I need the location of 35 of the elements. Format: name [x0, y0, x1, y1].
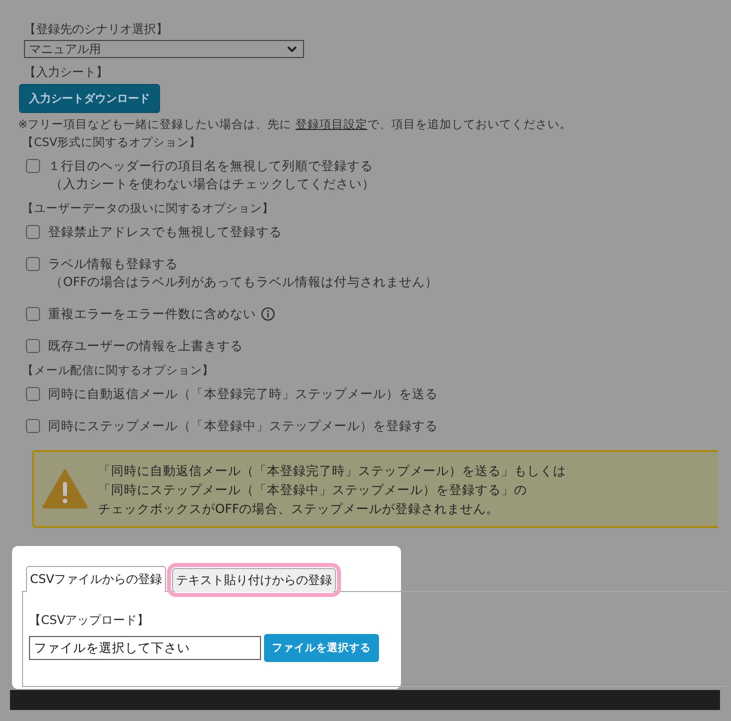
note-text: ※フリー項目なども一緒に登録したい場合は、先に 登録項目設定で、項目を追加しておいてください。: [18, 116, 572, 132]
checkbox[interactable]: [26, 307, 40, 321]
download-button[interactable]: 入力シートダウンロード: [19, 84, 160, 113]
option-hint: （OFFの場合はラベル列があってもラベル情報は付与されません）: [50, 273, 438, 291]
section-label: 【入力シート】: [24, 64, 108, 80]
checkbox[interactable]: [26, 257, 40, 271]
option-label: 同時にステップメール（「本登録中」ステップメール）を登録する: [48, 417, 438, 435]
section-heading: 【ユーザーデータの扱いに関するオプション】: [22, 200, 274, 216]
tab[interactable]: CSVファイルからの登録: [26, 566, 166, 592]
choose-file-button[interactable]: ファイルを選択する: [264, 634, 379, 662]
section-label: 【登録先のシナリオ選択】: [24, 21, 168, 37]
section-heading: 【メール配信に関するオプション】: [22, 362, 214, 378]
option-label: 重複エラーをエラー件数に含めない: [48, 305, 256, 323]
checkbox[interactable]: [26, 419, 40, 433]
option-label: 既存ユーザーの情報を上書きする: [48, 337, 243, 355]
settings-link[interactable]: 登録項目設定: [295, 117, 368, 131]
checkbox[interactable]: [26, 159, 40, 173]
option-hint: （入力シートを使わない場合はチェックしてください）: [50, 175, 375, 193]
checkbox[interactable]: [26, 387, 40, 401]
checkbox[interactable]: [26, 225, 40, 239]
option-label: １行目のヘッダー行の項目名を無視して列順で登録する: [48, 157, 373, 175]
info-icon[interactable]: [261, 307, 275, 321]
chevron-down-icon: [287, 46, 297, 52]
option-label: ラベル情報も登録する: [48, 255, 178, 273]
warning-text: 「同時に自動返信メール（「本登録完了時」ステップメール）を送る」もしくは: [98, 462, 566, 480]
section-label: 【CSVアップロード】: [29, 612, 150, 628]
checkbox[interactable]: [26, 339, 40, 353]
option-label: 登録禁止アドレスでも無視して登録する: [48, 223, 282, 241]
warning-text: 「同時にステップメール（「本登録中」ステップメール）を登録する」の: [98, 480, 528, 498]
scenario-select[interactable]: マニュアル用: [24, 40, 304, 58]
warning-icon: [42, 469, 88, 509]
warning-text: チェックボックスがOFFの場合、ステップメールが登録されません。: [98, 500, 500, 518]
file-field[interactable]: ファイルを選択して下さい: [29, 636, 261, 660]
option-label: 同時に自動返信メール（「本登録完了時」ステップメール）を送る: [48, 385, 438, 403]
section-heading: 【CSV形式に関するオプション】: [22, 134, 202, 150]
